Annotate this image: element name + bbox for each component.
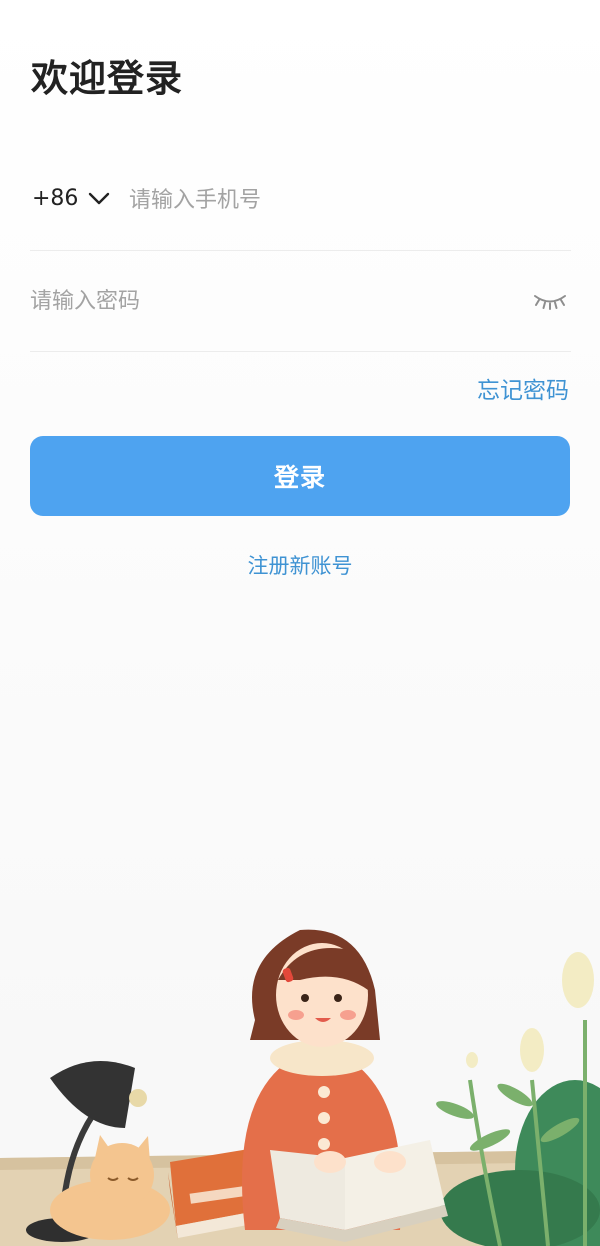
register-link[interactable]: 注册新账号 xyxy=(0,550,600,580)
forgot-password-link[interactable]: 忘记密码 xyxy=(477,371,569,405)
password-field-row xyxy=(30,251,571,352)
phone-field-row: +86 xyxy=(30,150,571,251)
login-button[interactable]: 登录 xyxy=(30,436,570,516)
plant-illustration xyxy=(436,952,600,1246)
login-page: 欢迎登录 +86 忘记密码 登录 注册新账号 xyxy=(0,0,600,1246)
chevron-down-icon[interactable] xyxy=(88,188,110,210)
eye-closed-icon[interactable] xyxy=(532,289,568,311)
password-input[interactable] xyxy=(30,279,510,323)
country-code-selector[interactable]: +86 xyxy=(32,186,78,211)
phone-input[interactable] xyxy=(129,178,559,222)
page-title: 欢迎登录 xyxy=(31,57,183,100)
reading-girl-illustration xyxy=(0,929,600,1246)
